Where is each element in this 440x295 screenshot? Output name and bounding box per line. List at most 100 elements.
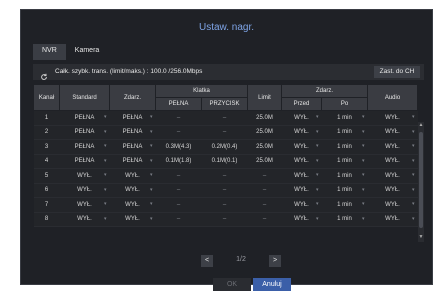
limit-value: – [247,168,282,184]
table-row: 6WYŁ.WYŁ.–––WYŁ.1 minWYŁ. [33,183,418,198]
channel-cell: 5 [33,168,60,184]
header-audio: Audio [367,84,419,111]
post-event-select[interactable]: 1 min [321,168,368,184]
event-select[interactable]: WYŁ. [109,197,156,213]
channel-cell: 4 [33,154,60,169]
full-frame-value: – [155,212,202,227]
channel-cell: 7 [33,197,60,213]
header-full: PEŁNA [155,97,202,111]
pre-event-select[interactable]: WYŁ. [281,168,322,184]
standard-select[interactable]: WYŁ. [59,168,110,184]
ok-button[interactable]: OK [213,278,251,291]
standard-select[interactable]: WYŁ. [59,197,110,213]
prev-page-button[interactable]: < [201,255,213,267]
scroll-up-icon[interactable]: ▲ [418,122,424,130]
limit-value: 25.0M [247,110,282,126]
full-frame-value: – [155,197,202,213]
standard-select[interactable]: WYŁ. [59,212,110,227]
audio-select[interactable]: WYŁ. [367,110,418,126]
limit-value: – [247,197,282,213]
post-event-select[interactable]: 1 min [321,183,368,198]
event-select[interactable]: PEŁNA [109,125,156,140]
header-after: Po [320,97,369,111]
full-frame-value: 0.1M(1.8) [155,154,202,169]
switch-frame-value: – [201,183,248,198]
table-row: 3PEŁNAPEŁNA0.3M(4.3)0.2M(0.4)25.0MWYŁ.1 … [33,139,418,155]
switch-frame-value: – [201,168,248,184]
switch-frame-value: – [201,197,248,213]
post-event-select[interactable]: 1 min [321,139,368,155]
channel-cell: 3 [33,139,60,155]
standard-select[interactable]: PEŁNA [59,125,110,140]
channel-cell: 8 [33,212,60,227]
audio-select[interactable]: WYŁ. [367,125,418,140]
bitrate-info: Całk. szybk. trans. (limit/maks.) : 100.… [55,68,203,75]
limit-value: 25.0M [247,125,282,140]
limit-value: 25.0M [247,139,282,155]
pre-event-select[interactable]: WYŁ. [281,197,322,213]
recording-settings-dialog: Ustaw. nagr. NVR Kamera Całk. szybk. tra… [20,9,433,291]
full-frame-value: – [155,110,202,126]
pre-event-select[interactable]: WYŁ. [281,110,322,126]
bitrate-info-bar: Całk. szybk. trans. (limit/maks.) : 100.… [33,64,424,80]
standard-select[interactable]: PEŁNA [59,110,110,126]
pre-event-select[interactable]: WYŁ. [281,183,322,198]
channel-cell: 6 [33,183,60,198]
switch-frame-value: 0.2M(0.4) [201,139,248,155]
audio-select[interactable]: WYŁ. [367,183,418,198]
pre-event-select[interactable]: WYŁ. [281,139,322,155]
header-before: Przed [281,97,322,111]
switch-frame-value: – [201,125,248,140]
audio-select[interactable]: WYŁ. [367,154,418,169]
event-select[interactable]: PEŁNA [109,110,156,126]
event-select[interactable]: WYŁ. [109,212,156,227]
switch-frame-value: – [201,110,248,126]
standard-select[interactable]: PEŁNA [59,154,110,169]
table-row: 5WYŁ.WYŁ.–––WYŁ.1 minWYŁ. [33,168,418,184]
scroll-thumb[interactable] [419,132,423,228]
full-frame-value: 0.3M(4.3) [155,139,202,155]
pagination: < 1/2 > [21,255,432,267]
cancel-button[interactable]: Anuluj [253,278,291,291]
audio-select[interactable]: WYŁ. [367,197,418,213]
limit-value: 25.0M [247,154,282,169]
post-event-select[interactable]: 1 min [321,197,368,213]
audio-select[interactable]: WYŁ. [367,168,418,184]
event-select[interactable]: PEŁNA [109,139,156,155]
post-event-select[interactable]: 1 min [321,154,368,169]
full-frame-value: – [155,168,202,184]
table-row: 4PEŁNAPEŁNA0.1M(1.8)0.1M(0.1)25.0MWYŁ.1 … [33,154,418,169]
audio-select[interactable]: WYŁ. [367,212,418,227]
tab-nvr[interactable]: NVR [33,44,66,60]
channel-cell: 1 [33,110,60,126]
pre-event-select[interactable]: WYŁ. [281,154,322,169]
scroll-down-icon[interactable]: ▼ [418,234,424,242]
full-frame-value: – [155,183,202,198]
switch-frame-value: – [201,212,248,227]
header-channel: Kanał [33,84,60,111]
pre-event-select[interactable]: WYŁ. [281,212,322,227]
standard-select[interactable]: WYŁ. [59,183,110,198]
page-indicator: 1/2 [236,256,246,263]
event-select[interactable]: WYŁ. [109,168,156,184]
post-event-select[interactable]: 1 min [321,125,368,140]
apply-to-channels-button[interactable]: Zast. do CH [374,66,420,78]
tab-camera[interactable]: Kamera [66,44,109,60]
next-page-button[interactable]: > [269,255,281,267]
pre-event-select[interactable]: WYŁ. [281,125,322,140]
post-event-select[interactable]: 1 min [321,212,368,227]
table-row: 1PEŁNAPEŁNA––25.0MWYŁ.1 minWYŁ. [33,110,418,126]
post-event-select[interactable]: 1 min [321,110,368,126]
header-event: Zdarz. [109,84,156,111]
table-scrollbar[interactable]: ▲ ▼ [418,122,424,242]
event-select[interactable]: WYŁ. [109,183,156,198]
recording-table: Kanał Standard Zdarz. Klatka Limit Zdarz… [33,84,419,227]
audio-select[interactable]: WYŁ. [367,139,418,155]
header-switch: PRZYCISK [201,97,248,111]
table-row: 2PEŁNAPEŁNA––25.0MWYŁ.1 minWYŁ. [33,125,418,140]
header-standard: Standard [59,84,110,111]
event-select[interactable]: PEŁNA [109,154,156,169]
table-row: 7WYŁ.WYŁ.–––WYŁ.1 minWYŁ. [33,197,418,213]
standard-select[interactable]: PEŁNA [59,139,110,155]
header-event-time: Zdarz. [280,84,369,98]
